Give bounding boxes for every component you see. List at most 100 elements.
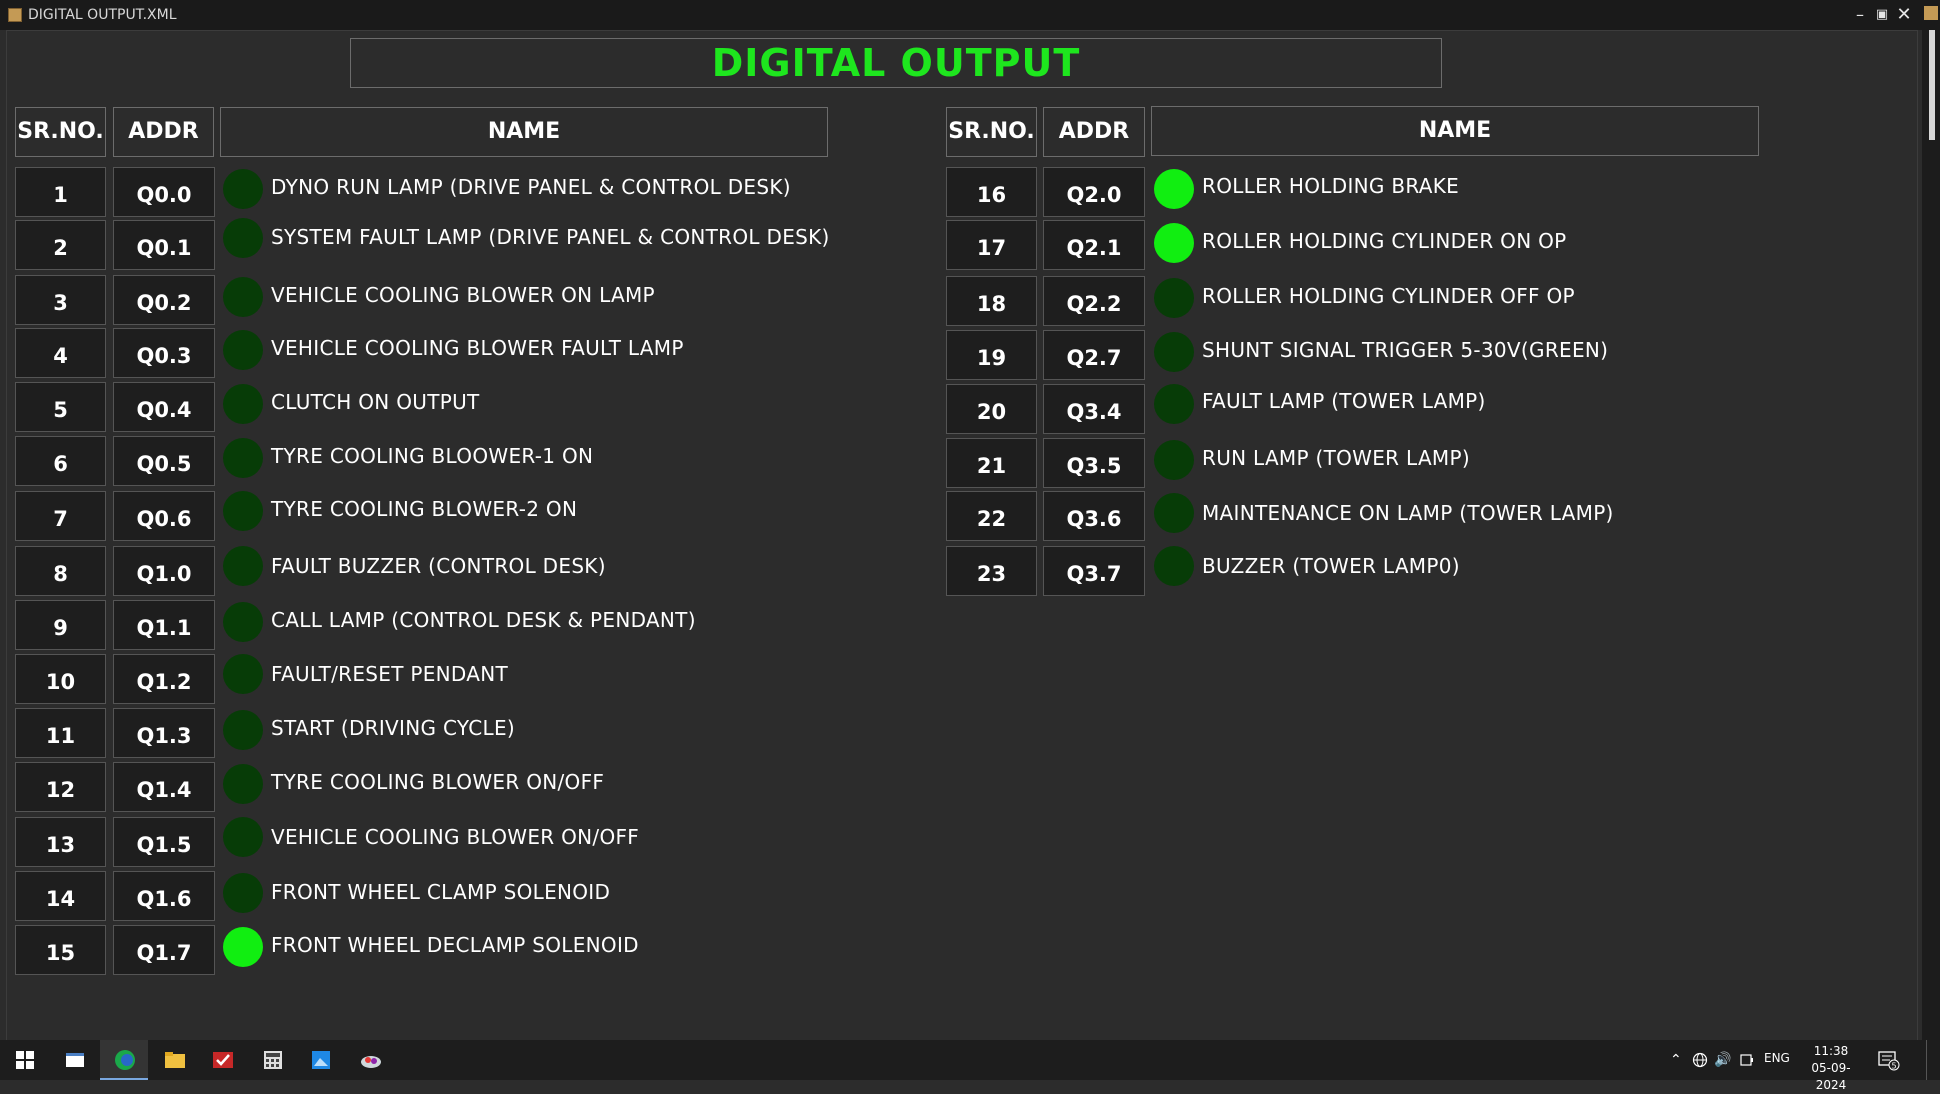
row-address: Q3.4 <box>1043 384 1145 434</box>
status-lamp-off <box>1154 332 1194 372</box>
scrollbar-thumb[interactable] <box>1929 30 1935 140</box>
header-addr-right: ADDR <box>1043 107 1145 157</box>
status-lamp-off <box>223 491 263 531</box>
row-address: Q0.0 <box>113 167 215 217</box>
right-scrollbar[interactable] <box>1922 30 1940 1040</box>
tools-app-icon <box>361 1056 381 1068</box>
battery-icon[interactable] <box>1740 1053 1754 1067</box>
row-address: Q2.2 <box>1043 276 1145 326</box>
row-name: TYRE COOLING BLOOWER-1 ON <box>271 444 594 468</box>
notification-icon[interactable]: 5 <box>1878 1051 1900 1071</box>
row-address: Q1.6 <box>113 871 215 921</box>
row-address: Q1.5 <box>113 817 215 867</box>
row-address: Q0.2 <box>113 275 215 325</box>
status-lamp-on <box>1154 223 1194 263</box>
row-srno: 18 <box>946 276 1037 326</box>
secondary-app-icon <box>1924 6 1938 20</box>
task-view-button[interactable] <box>50 1040 98 1080</box>
row-name: FAULT LAMP (TOWER LAMP) <box>1202 389 1486 413</box>
row-address: Q0.1 <box>113 220 215 270</box>
row-srno: 21 <box>946 438 1037 488</box>
minimize-icon[interactable]: – <box>1850 4 1870 26</box>
window-titlebar: DIGITAL OUTPUT.XML – ▣ ✕ <box>0 0 1940 30</box>
start-button[interactable] <box>0 1040 48 1080</box>
row-address: Q1.1 <box>113 600 215 650</box>
status-lamp-off <box>223 602 263 642</box>
row-address: Q2.7 <box>1043 330 1145 380</box>
row-address: Q0.5 <box>113 436 215 486</box>
taskbar: ⌃ 🔊 ENG 11:38 05-09-2024 5 <box>0 1040 1940 1092</box>
row-address: Q1.3 <box>113 708 215 758</box>
row-address: Q1.4 <box>113 762 215 812</box>
status-lamp-off <box>223 218 263 258</box>
volume-icon[interactable]: 🔊 <box>1714 1052 1731 1068</box>
app-icon <box>8 8 22 22</box>
notification-count: 5 <box>1891 1062 1896 1071</box>
status-lamp-off <box>223 546 263 586</box>
row-address: Q3.6 <box>1043 491 1145 541</box>
row-srno: 10 <box>15 654 106 704</box>
row-name: ROLLER HOLDING BRAKE <box>1202 174 1460 198</box>
row-address: Q1.0 <box>113 546 215 596</box>
status-lamp-off <box>1154 384 1194 424</box>
row-name: FRONT WHEEL DECLAMP SOLENOID <box>271 933 639 957</box>
app-logo-icon <box>115 1050 135 1070</box>
maximize-icon[interactable]: ▣ <box>1872 4 1892 26</box>
status-lamp-off <box>1154 440 1194 480</box>
row-name: DYNO RUN LAMP (DRIVE PANEL & CONTROL DES… <box>271 175 791 199</box>
window-title: DIGITAL OUTPUT.XML <box>28 7 177 23</box>
system-clock[interactable]: 11:38 05-09-2024 <box>1800 1043 1862 1094</box>
row-srno: 6 <box>15 436 106 486</box>
taskbar-app-2[interactable] <box>198 1040 246 1080</box>
row-name: FRONT WHEEL CLAMP SOLENOID <box>271 880 611 904</box>
row-srno: 17 <box>946 220 1037 270</box>
taskbar-app-3[interactable] <box>248 1040 296 1080</box>
check-app-icon <box>213 1052 233 1068</box>
calculator-icon <box>264 1051 282 1069</box>
status-lamp-off <box>223 873 263 913</box>
row-srno: 4 <box>15 328 106 378</box>
show-desktop-button[interactable] <box>1926 1040 1940 1080</box>
row-name: ROLLER HOLDING CYLINDER OFF OP <box>1202 284 1575 308</box>
row-name: VEHICLE COOLING BLOWER FAULT LAMP <box>271 336 684 360</box>
row-address: Q2.0 <box>1043 167 1145 217</box>
row-srno: 3 <box>15 275 106 325</box>
taskbar-app-5[interactable] <box>346 1040 394 1080</box>
row-srno: 15 <box>15 925 106 975</box>
header-name-right: NAME <box>1151 106 1759 156</box>
row-address: Q2.1 <box>1043 220 1145 270</box>
row-name: RUN LAMP (TOWER LAMP) <box>1202 446 1470 470</box>
row-srno: 13 <box>15 817 106 867</box>
status-lamp-off <box>223 384 263 424</box>
chevron-up-icon[interactable]: ⌃ <box>1670 1052 1682 1068</box>
taskbar-app-active[interactable] <box>100 1040 148 1080</box>
status-lamp-on <box>223 927 263 967</box>
row-srno: 23 <box>946 546 1037 596</box>
row-name: START (DRIVING CYCLE) <box>271 716 516 740</box>
row-srno: 1 <box>15 167 106 217</box>
header-srno-right: SR.NO. <box>946 107 1037 157</box>
taskbar-app-4[interactable] <box>296 1040 344 1080</box>
row-srno: 11 <box>15 708 106 758</box>
row-address: Q0.3 <box>113 328 215 378</box>
row-srno: 12 <box>15 762 106 812</box>
row-name: CLUTCH ON OUTPUT <box>271 390 480 414</box>
row-name: FAULT/RESET PENDANT <box>271 662 509 686</box>
row-srno: 2 <box>15 220 106 270</box>
row-srno: 8 <box>15 546 106 596</box>
header-name-left: NAME <box>220 107 828 157</box>
row-name: ROLLER HOLDING CYLINDER ON OP <box>1202 229 1567 253</box>
network-globe-icon[interactable] <box>1692 1052 1708 1068</box>
status-lamp-off <box>223 710 263 750</box>
row-name: VEHICLE COOLING BLOWER ON/OFF <box>271 825 640 849</box>
row-address: Q1.2 <box>113 654 215 704</box>
row-address: Q3.7 <box>1043 546 1145 596</box>
row-address: Q0.4 <box>113 382 215 432</box>
status-lamp-off <box>223 277 263 317</box>
row-address: Q1.7 <box>113 925 215 975</box>
file-explorer-button[interactable] <box>150 1040 198 1080</box>
language-indicator[interactable]: ENG <box>1764 1051 1790 1065</box>
close-icon[interactable]: ✕ <box>1894 4 1914 26</box>
header-srno-left: SR.NO. <box>15 107 106 157</box>
status-lamp-off <box>223 654 263 694</box>
